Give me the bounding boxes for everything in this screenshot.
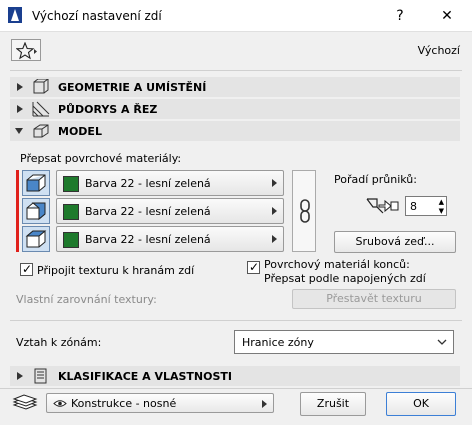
surface-select-edge-button[interactable] [22,226,50,252]
end-material-label: Povrchový materiál konců: [264,258,410,271]
stepper-down-icon[interactable]: ▼ [439,207,444,215]
section-floorplan-label: PŮDORYS A ŘEZ [58,103,158,116]
expand-triangle-icon [17,83,23,91]
expand-triangle-icon [17,372,23,380]
surface-select-reference-button[interactable] [22,198,50,224]
defaults-label: Výchozí [417,44,460,57]
intersection-order-value: 8 [410,200,417,213]
section-classification[interactable]: KLASIFIKACE A VLASTNOSTI [10,366,460,386]
section-geometry-label: GEOMETRIE A UMÍSTĚNÍ [58,81,207,94]
end-material-checkbox[interactable]: ✓ [247,260,260,274]
reset-texture-button[interactable]: Přestavět texturu [292,289,456,309]
material-color-swatch [63,232,79,248]
log-wall-button[interactable]: Srubová zeď... [334,231,456,253]
favorites-button[interactable] [11,39,41,61]
geometry-icon [33,79,49,94]
material-color-swatch [63,204,79,220]
chevron-down-icon [437,339,447,345]
title-bar: Výchozí nastavení zdí ? ✕ [0,0,472,32]
divider [0,388,472,389]
archicad-app-icon [8,7,22,23]
model-box-icon [33,124,49,138]
checkmark-icon: ✓ [249,260,260,274]
wall-front-face-icon [26,174,46,192]
zone-relation-value: Hranice zóny [242,336,314,349]
checkmark-icon: ✓ [22,262,33,276]
override-materials-label: Přepsat povrchové materiály: [20,152,182,165]
collapse-triangle-icon [15,128,23,134]
section-model[interactable]: MODEL [10,121,460,141]
layers-icon [12,394,38,410]
section-geometry[interactable]: GEOMETRIE A UMÍSTĚNÍ [10,77,460,97]
link-materials-button[interactable] [292,170,316,252]
section-model-label: MODEL [58,125,102,138]
floorplan-section-icon [32,101,50,117]
wall-edge-face-icon [25,230,47,248]
custom-texture-label: Vlastní zarovnání textury: [16,293,157,306]
close-button[interactable]: ✕ [435,4,459,28]
material-picker-2[interactable]: Barva 22 - lesní zelená [56,198,284,224]
chain-link-icon [300,199,310,223]
attach-texture-label: Připojit texturu k hranám zdí [37,264,195,277]
divider [10,320,462,321]
stepper-up-icon[interactable]: ▲ [439,198,444,206]
help-button[interactable]: ? [388,4,412,28]
document-list-icon [34,368,47,384]
submenu-arrow-icon [272,235,277,243]
material-picker-1[interactable]: Barva 22 - lesní zelená [56,170,284,196]
expand-triangle-icon [17,105,23,113]
submenu-arrow-icon [262,400,267,408]
divider [10,70,462,71]
eye-icon [53,400,67,407]
ok-button[interactable]: OK [386,392,456,416]
layer-picker[interactable]: Konstrukce - nosné [46,393,274,413]
intersection-priority-icon [366,198,399,214]
submenu-arrow-icon [272,179,277,187]
section-floorplan[interactable]: PŮDORYS A ŘEZ [10,99,460,119]
material-name: Barva 22 - lesní zelená [85,177,211,190]
surface-select-front-button[interactable] [22,170,50,196]
material-name: Barva 22 - lesní zelená [85,233,211,246]
submenu-arrow-icon [272,207,277,215]
attach-texture-checkbox[interactable]: ✓ [20,262,33,276]
wall-side-face-icon [26,202,46,221]
end-material-sublabel: Přepsat podle napojených zdí [264,272,426,285]
override-indicator-bar [16,170,19,252]
layer-name: Konstrukce - nosné [71,397,177,410]
window-title: Výchozí nastavení zdí [32,9,162,23]
intersection-order-label: Pořadí průniků: [334,173,417,186]
cancel-button[interactable]: Zrušit [300,392,366,416]
star-icon [16,42,37,60]
intersection-order-stepper[interactable]: 8 ▲ ▼ [405,196,447,216]
zone-relation-select[interactable]: Hranice zóny [234,330,454,354]
material-color-swatch [63,176,79,192]
material-name: Barva 22 - lesní zelená [85,205,211,218]
zone-relation-label: Vztah k zónám: [16,336,102,349]
section-classification-label: KLASIFIKACE A VLASTNOSTI [58,370,233,383]
material-picker-3[interactable]: Barva 22 - lesní zelená [56,226,284,252]
